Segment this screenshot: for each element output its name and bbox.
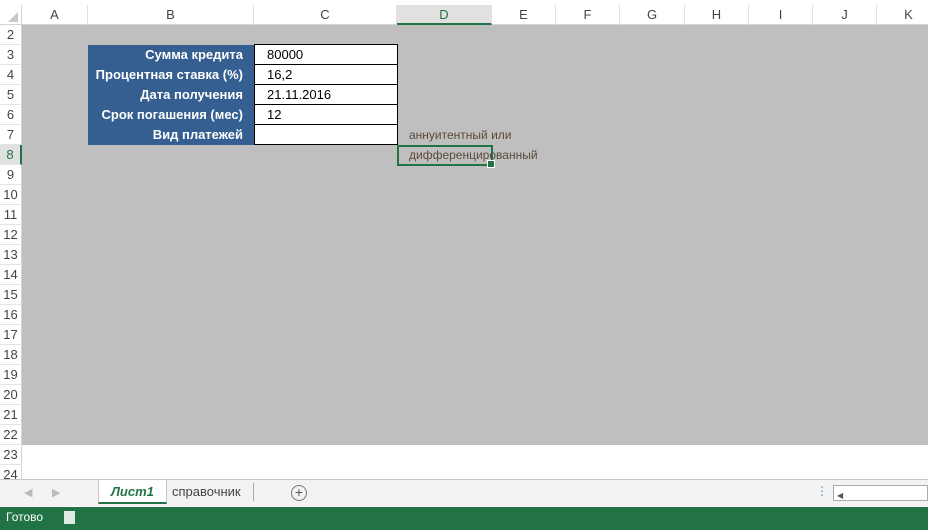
note-differentiated: дифференцированный (409, 148, 538, 162)
row-header-18[interactable]: 18 (0, 345, 22, 365)
column-header-k[interactable]: K (877, 5, 928, 25)
column-header-b[interactable]: B (88, 5, 254, 25)
row-header-4[interactable]: 4 (0, 65, 22, 85)
row-header-9[interactable]: 9 (0, 165, 22, 185)
label-issue-date: Дата получения (88, 85, 254, 105)
macro-record-icon[interactable] (64, 511, 75, 524)
tab-spravochnik[interactable]: справочник (160, 483, 254, 501)
row-header-2[interactable]: 2 (0, 25, 22, 45)
row-header-5[interactable]: 5 (0, 85, 22, 105)
cell-term[interactable]: 12 (254, 104, 398, 125)
column-header-i[interactable]: I (749, 5, 813, 25)
row-header-21[interactable]: 21 (0, 405, 22, 425)
cell-interest-rate[interactable]: 16,2 (254, 64, 398, 85)
cell-issue-date[interactable]: 21.11.2016 (254, 84, 398, 105)
row-header-15[interactable]: 15 (0, 285, 22, 305)
row-header-6[interactable]: 6 (0, 105, 22, 125)
label-loan-amount: Сумма кредита (88, 45, 254, 65)
scroll-tabs-left-icon[interactable]: ◀ (24, 486, 32, 499)
column-header-c[interactable]: C (254, 5, 397, 25)
row-header-11[interactable]: 11 (0, 205, 22, 225)
splitter-handle-icon[interactable]: ⋮ (816, 484, 828, 498)
label-interest-rate: Процентная ставка (%) (88, 65, 254, 85)
cell-loan-amount[interactable]: 80000 (254, 44, 398, 65)
column-header-g[interactable]: G (620, 5, 685, 25)
column-header-e[interactable]: E (492, 5, 556, 25)
row-header-19[interactable]: 19 (0, 365, 22, 385)
column-header-j[interactable]: J (813, 5, 877, 25)
sheet-tab-bar: ◀ ▶ Лист1 справочник + ⋮ ◀ (0, 479, 928, 506)
row-header-12[interactable]: 12 (0, 225, 22, 245)
status-bar: Готово (0, 507, 928, 530)
label-payment-type: Вид платежей (88, 125, 254, 145)
scroll-left-icon[interactable]: ◀ (834, 491, 843, 500)
row-header-13[interactable]: 13 (0, 245, 22, 265)
row-header-17[interactable]: 17 (0, 325, 22, 345)
row-header-8[interactable]: 8 (0, 145, 22, 165)
label-term: Срок погашения (мес) (88, 105, 254, 125)
row-header-7[interactable]: 7 (0, 125, 22, 145)
row-header-16[interactable]: 16 (0, 305, 22, 325)
row-header-3[interactable]: 3 (0, 45, 22, 65)
column-header-f[interactable]: F (556, 5, 620, 25)
horizontal-scrollbar[interactable]: ◀ (833, 485, 928, 501)
select-all-button[interactable] (0, 5, 22, 25)
row-header-22[interactable]: 22 (0, 425, 22, 445)
row-header-14[interactable]: 14 (0, 265, 22, 285)
scroll-tabs-right-icon[interactable]: ▶ (52, 486, 60, 499)
row-header-10[interactable]: 10 (0, 185, 22, 205)
row-header-20[interactable]: 20 (0, 385, 22, 405)
status-text: Готово (6, 510, 44, 524)
column-header-h[interactable]: H (685, 5, 749, 25)
note-annuity: аннуитентный или (409, 128, 512, 142)
tab-list1[interactable]: Лист1 (98, 480, 167, 504)
add-sheet-button[interactable]: + (291, 485, 307, 501)
row-header-23[interactable]: 23 (0, 445, 22, 465)
cell-payment-type[interactable] (254, 124, 398, 145)
column-header-bar: A B C D E F G H I J K (0, 5, 928, 25)
column-header-a[interactable]: A (22, 5, 88, 25)
column-header-d[interactable]: D (397, 5, 492, 25)
